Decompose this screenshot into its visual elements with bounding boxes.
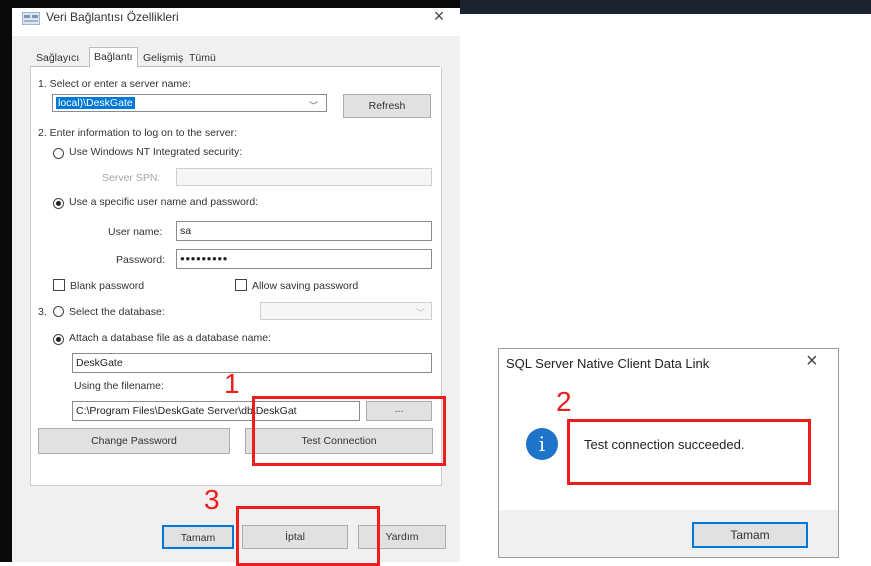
background-band (460, 0, 871, 14)
use-specific-user-radio[interactable] (53, 198, 64, 209)
step3-label: 3. (38, 306, 47, 318)
select-database-radio[interactable] (53, 306, 64, 317)
using-filename-label: Using the filename: (74, 380, 164, 392)
tab-all[interactable]: Tümü (185, 49, 220, 67)
blank-password-checkbox[interactable] (53, 279, 65, 291)
annotation-number-2: 2 (556, 386, 572, 417)
server-name-value: local)\DeskGate (56, 97, 135, 109)
step1-label: 1. Select or enter a server name: (38, 78, 191, 90)
annotation-number-3: 3 (204, 484, 220, 515)
annotation-box-1 (252, 396, 446, 466)
chevron-down-icon[interactable]: ﹀ (309, 99, 318, 112)
popup-close-button[interactable]: × (806, 350, 818, 373)
step2-label: 2. Enter information to log on to the se… (38, 127, 238, 139)
attach-database-radio[interactable] (53, 334, 64, 345)
allow-saving-password-checkbox[interactable] (235, 279, 247, 291)
attach-database-label: Attach a database file as a database nam… (69, 332, 271, 344)
refresh-button[interactable]: Refresh (343, 94, 431, 118)
info-icon: i (526, 428, 558, 460)
server-name-combobox[interactable]: local)\DeskGate (52, 94, 327, 112)
chevron-down-icon[interactable]: ﹀ (416, 306, 425, 319)
annotation-box-2 (567, 419, 811, 485)
background-edge (0, 0, 12, 562)
select-database-label: Select the database: (69, 306, 165, 318)
password-label: Password: (116, 254, 166, 266)
use-nt-security-label: Use Windows NT Integrated security: (69, 146, 243, 158)
tab-provider[interactable]: Sağlayıcı (32, 49, 83, 67)
tab-connection[interactable]: Bağlantı (89, 47, 138, 67)
tab-advanced[interactable]: Gelişmiş (139, 49, 187, 67)
server-spn-field[interactable] (176, 168, 432, 186)
popup-title: SQL Server Native Client Data Link (506, 356, 710, 371)
annotation-box-3 (236, 506, 380, 566)
blank-password-label: Blank password (70, 280, 145, 292)
dialog-close-button[interactable]: × (428, 6, 450, 27)
background-edge-top (0, 0, 460, 8)
select-database-combobox[interactable] (260, 302, 432, 320)
dialog-title: Veri Bağlantısı Özellikleri (46, 10, 179, 24)
popup-ok-button[interactable]: Tamam (692, 522, 808, 548)
app-icon (22, 12, 40, 25)
user-name-field[interactable]: sa (176, 221, 432, 241)
password-field[interactable]: ●●●●●●●●● (176, 249, 432, 269)
use-nt-security-radio[interactable] (53, 148, 64, 159)
annotation-number-1: 1 (224, 368, 240, 399)
change-password-button[interactable]: Change Password (38, 428, 230, 454)
server-spn-label: Server SPN: (102, 172, 161, 184)
user-name-label: User name: (108, 226, 163, 238)
allow-saving-password-label: Allow saving password (252, 280, 359, 292)
database-name-field[interactable]: DeskGate (72, 353, 432, 373)
use-specific-user-label: Use a specific user name and password: (69, 196, 259, 208)
ok-button[interactable]: Tamam (162, 525, 234, 549)
